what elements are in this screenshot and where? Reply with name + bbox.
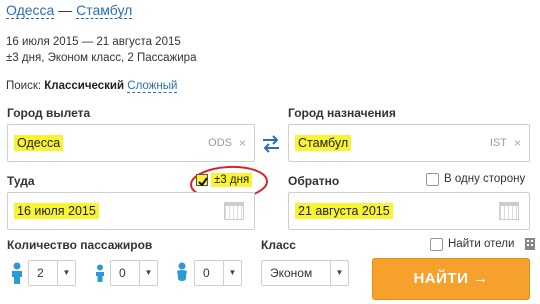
origin-clear-icon[interactable]: × xyxy=(239,136,246,150)
depart-flex-checkbox[interactable] xyxy=(196,174,208,187)
return-date-field[interactable]: 21 августа 2015 xyxy=(288,192,530,230)
summary-dates: 16 июля 2015 — 21 августа 2015 xyxy=(6,36,181,48)
origin-value: Одесса xyxy=(14,135,64,151)
passengers-label: Количество пассажиров xyxy=(7,238,153,252)
infant-icon xyxy=(174,262,190,282)
route-destination-link[interactable]: Стамбул xyxy=(76,2,133,19)
adult-icon xyxy=(10,262,24,284)
origin-label: Город вылета xyxy=(7,106,91,120)
origin-code: ODS xyxy=(208,137,232,149)
destination-clear-icon[interactable]: × xyxy=(514,136,521,150)
destination-value: Стамбул xyxy=(295,135,352,151)
return-date-value: 21 августа 2015 xyxy=(295,203,393,219)
chevron-down-icon[interactable]: ▼ xyxy=(330,261,348,285)
find-button[interactable]: НАЙТИ → xyxy=(372,258,530,300)
class-select[interactable]: Эконом ▼ xyxy=(261,260,349,286)
check-icon xyxy=(198,177,208,187)
destination-field[interactable]: Стамбул IST × xyxy=(288,124,530,162)
child-icon xyxy=(94,264,106,282)
children-stepper[interactable]: 0 ▼ xyxy=(110,260,158,286)
destination-code: IST xyxy=(489,137,507,149)
search-mode-alternative-link[interactable]: Сложный xyxy=(127,80,178,93)
destination-label: Город назначения xyxy=(288,106,396,120)
hotel-icon xyxy=(524,236,536,250)
calendar-icon[interactable] xyxy=(499,202,519,220)
chevron-down-icon[interactable]: ▼ xyxy=(139,261,157,285)
search-mode: Поиск: Классический Сложный xyxy=(6,80,178,93)
search-mode-current: Классический xyxy=(44,80,125,92)
summary-details: ±3 дня, Эконом класс, 2 Пассажира xyxy=(6,52,197,64)
swap-icon[interactable] xyxy=(261,134,281,154)
depart-label: Туда xyxy=(7,174,35,188)
hotels-checkbox[interactable] xyxy=(430,238,443,251)
depart-flex-label: ±3 дня xyxy=(211,173,253,187)
adults-stepper[interactable]: 2 ▼ xyxy=(28,260,76,286)
chevron-down-icon[interactable]: ▼ xyxy=(57,261,75,285)
hotels-label: Найти отели xyxy=(448,238,515,250)
calendar-icon[interactable] xyxy=(224,202,244,220)
one-way-label: В одну сторону xyxy=(444,173,526,185)
infants-stepper[interactable]: 0 ▼ xyxy=(194,260,242,286)
one-way-checkbox[interactable] xyxy=(426,173,439,186)
class-value: Эконом xyxy=(270,266,313,280)
depart-date-field[interactable]: 16 июля 2015 xyxy=(7,192,255,230)
infants-value: 0 xyxy=(203,266,210,280)
search-mode-label: Поиск: xyxy=(6,80,42,92)
route-separator: — xyxy=(58,2,73,18)
chevron-down-icon[interactable]: ▼ xyxy=(223,261,241,285)
route-origin-link[interactable]: Одесса xyxy=(6,2,55,19)
return-label: Обратно xyxy=(288,174,340,188)
adults-value: 2 xyxy=(37,266,44,280)
class-label: Класс xyxy=(261,238,296,252)
origin-field[interactable]: Одесса ODS × xyxy=(7,124,255,162)
children-value: 0 xyxy=(119,266,126,280)
route-header: Одесса — Стамбул xyxy=(6,2,133,19)
depart-date-value: 16 июля 2015 xyxy=(14,203,99,219)
